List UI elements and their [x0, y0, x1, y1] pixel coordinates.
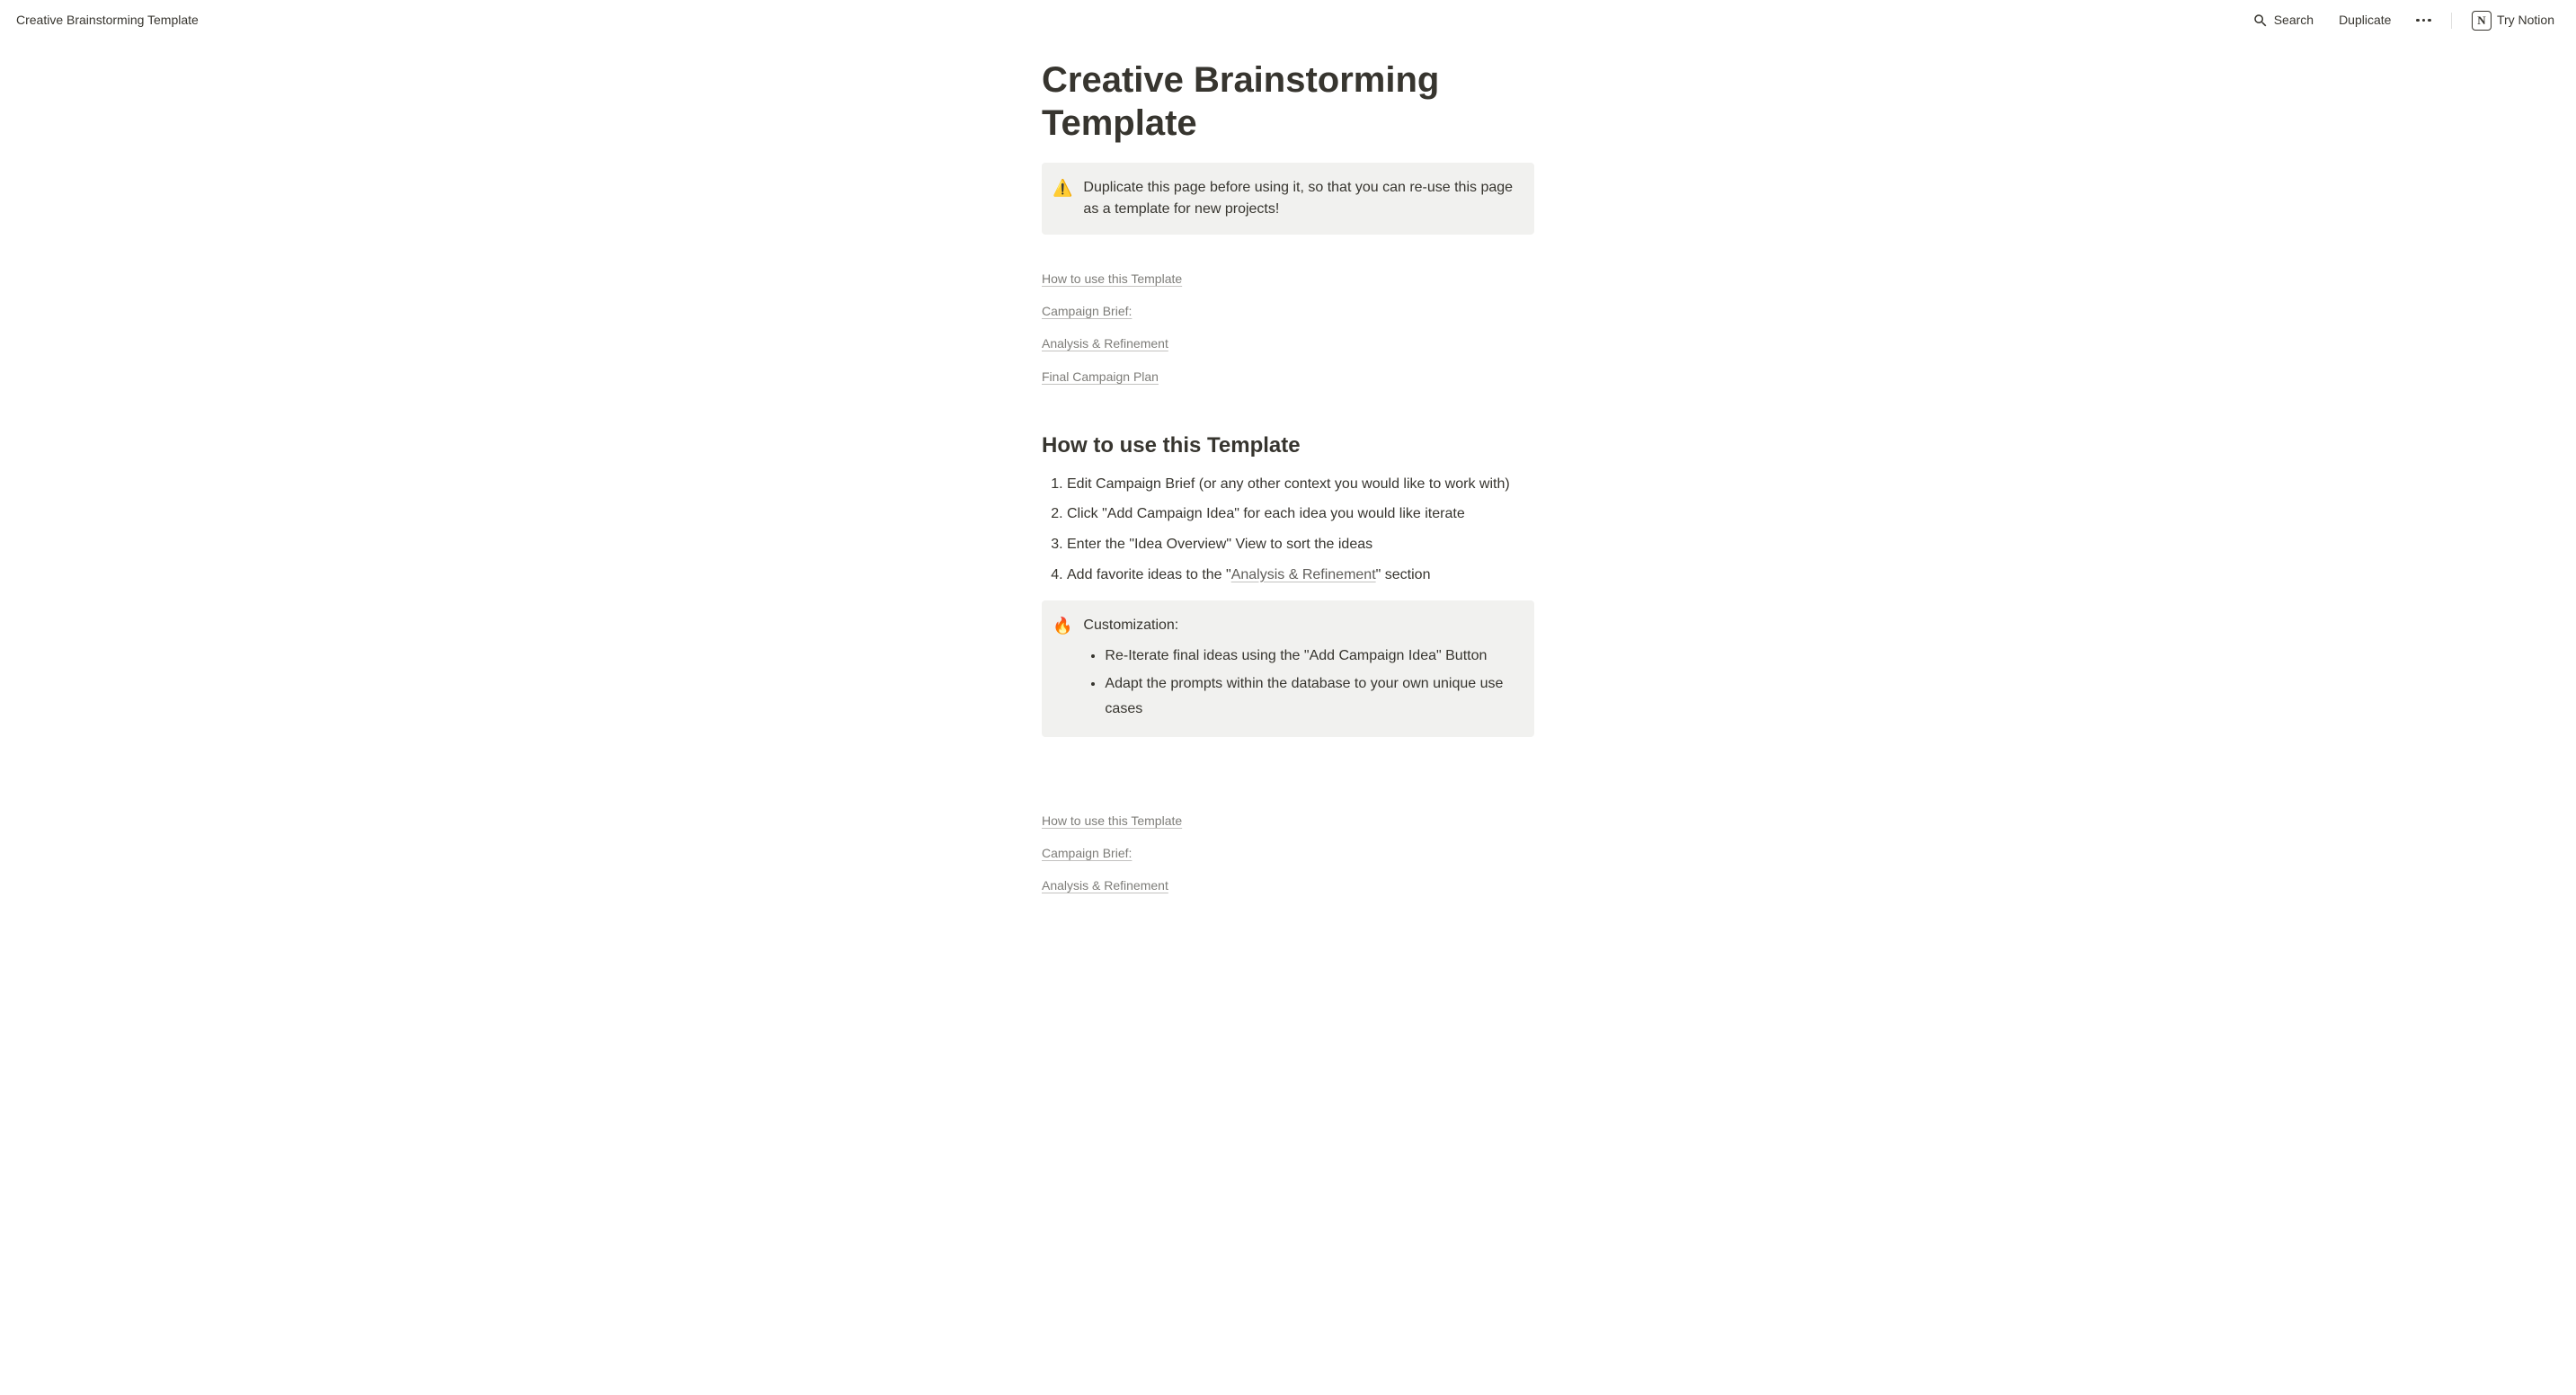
- howto-steps-list: Edit Campaign Brief (or any other contex…: [1042, 469, 1534, 590]
- toc-link[interactable]: Analysis & Refinement: [1042, 875, 1168, 897]
- step4-prefix: Add favorite ideas to the ": [1067, 567, 1231, 582]
- breadcrumb[interactable]: Creative Brainstorming Template: [16, 11, 199, 30]
- spacer: [1042, 769, 1534, 809]
- list-item[interactable]: Edit Campaign Brief (or any other contex…: [1067, 469, 1534, 500]
- customization-heading: Customization:: [1083, 615, 1520, 636]
- duplicate-button[interactable]: Duplicate: [2333, 7, 2396, 33]
- dots-icon: [2416, 19, 2420, 22]
- divider: [2451, 13, 2452, 29]
- table-of-contents-2: How to use this Template Campaign Brief:…: [1042, 809, 1534, 907]
- page-title[interactable]: Creative Brainstorming Template: [1042, 58, 1534, 145]
- warning-icon: ⚠️: [1053, 177, 1072, 220]
- warning-callout: ⚠️ Duplicate this page before using it, …: [1042, 163, 1534, 235]
- more-menu-button[interactable]: [2411, 13, 2437, 28]
- page-content: Creative Brainstorming Template ⚠️ Dupli…: [955, 58, 1621, 1028]
- toc-link[interactable]: How to use this Template: [1042, 268, 1182, 290]
- toc-link[interactable]: Campaign Brief:: [1042, 300, 1132, 323]
- list-item[interactable]: Re-Iterate final ideas using the "Add Ca…: [1105, 642, 1520, 670]
- fire-icon: 🔥: [1053, 615, 1072, 723]
- customization-content[interactable]: Customization: Re-Iterate final ideas us…: [1083, 615, 1520, 723]
- search-label: Search: [2274, 11, 2314, 30]
- table-of-contents: How to use this Template Campaign Brief:…: [1042, 267, 1534, 397]
- try-notion-label: Try Notion: [2497, 11, 2554, 30]
- duplicate-label: Duplicate: [2339, 11, 2391, 30]
- search-icon: [2252, 13, 2269, 29]
- search-button[interactable]: Search: [2247, 7, 2319, 33]
- topbar: Creative Brainstorming Template Search D…: [0, 0, 2576, 40]
- warning-callout-text[interactable]: Duplicate this page before using it, so …: [1083, 177, 1520, 220]
- toc-link[interactable]: How to use this Template: [1042, 810, 1182, 832]
- customization-bullets: Re-Iterate final ideas using the "Add Ca…: [1083, 642, 1520, 723]
- list-item[interactable]: Enter the "Idea Overview" View to sort t…: [1067, 529, 1534, 560]
- list-item[interactable]: Add favorite ideas to the "Analysis & Re…: [1067, 560, 1534, 591]
- toc-link[interactable]: Final Campaign Plan: [1042, 366, 1159, 388]
- step4-suffix: " section: [1376, 567, 1431, 582]
- list-item[interactable]: Adapt the prompts within the database to…: [1105, 670, 1520, 722]
- notion-logo-icon: N: [2472, 11, 2492, 31]
- list-item[interactable]: Click "Add Campaign Idea" for each idea …: [1067, 499, 1534, 529]
- toc-link[interactable]: Campaign Brief:: [1042, 842, 1132, 865]
- topbar-actions: Search Duplicate N Try Notion: [2247, 7, 2560, 34]
- toc-link[interactable]: Analysis & Refinement: [1042, 333, 1168, 355]
- customization-callout: 🔥 Customization: Re-Iterate final ideas …: [1042, 600, 1534, 737]
- try-notion-button[interactable]: N Try Notion: [2466, 7, 2560, 34]
- analysis-refinement-link[interactable]: Analysis & Refinement: [1231, 567, 1376, 582]
- howto-heading[interactable]: How to use this Template: [1042, 430, 1534, 462]
